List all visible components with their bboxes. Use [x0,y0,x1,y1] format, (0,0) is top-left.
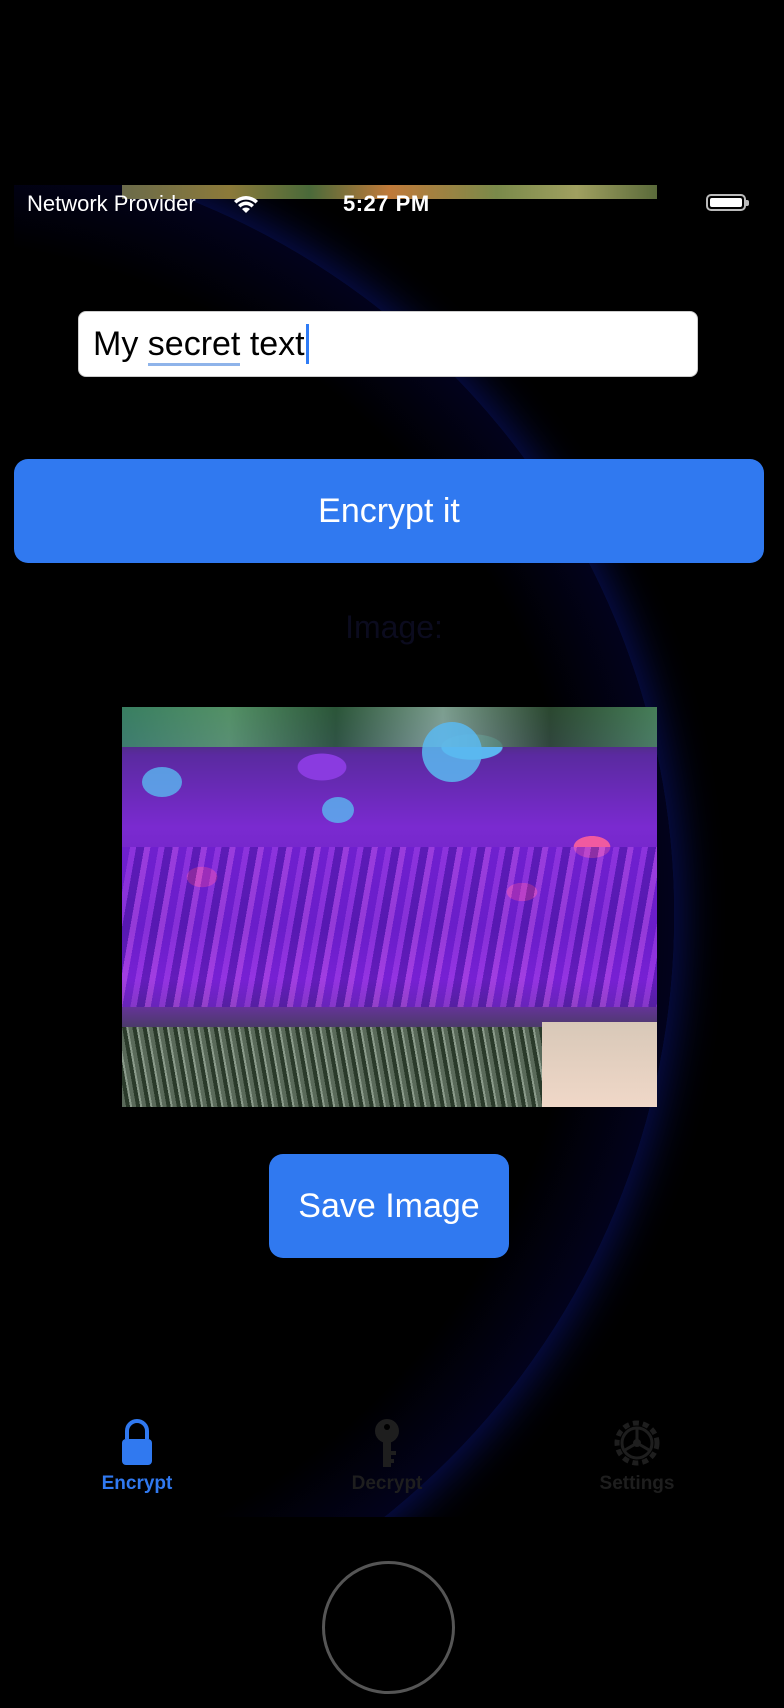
tab-decrypt[interactable]: Decrypt [287,1417,487,1517]
text-word-3: text [240,325,305,363]
device-frame: Network Provider 5:27 PM My secret text … [0,0,784,1708]
text-caret [305,324,309,364]
text-word-2: secret [147,325,241,366]
status-bar: Network Provider 5:27 PM [14,185,764,225]
carrier-label: Network Provider [27,191,196,216]
wifi-icon [234,196,258,213]
encrypt-button[interactable]: Encrypt it [14,459,764,563]
photo-wood [542,1022,657,1107]
image-label: Image: [345,609,443,645]
encrypted-image-preview [122,707,657,1107]
photo-flowers [122,847,657,1007]
photo-blue-flower [142,767,182,797]
home-button[interactable] [322,1561,455,1694]
key-icon [375,1419,399,1467]
save-image-button[interactable]: Save Image [269,1154,509,1258]
tab-settings[interactable]: Settings [537,1417,737,1517]
tab-encrypt[interactable]: Encrypt [37,1417,237,1517]
photo-blue-flower [322,797,354,823]
battery-icon [706,194,749,211]
lock-icon [122,1419,152,1465]
tab-settings-label: Settings [599,1473,675,1494]
app-screen: Network Provider 5:27 PM My secret text … [14,185,764,1517]
tab-encrypt-label: Encrypt [101,1473,173,1494]
clock: 5:27 PM [343,191,430,216]
text-word-1: My [93,325,148,363]
photo-blue-flower [422,722,482,782]
tab-decrypt-label: Decrypt [351,1473,423,1494]
secret-text-input[interactable]: My secret text [78,311,698,377]
gear-icon [614,1420,660,1466]
tab-bar: Encrypt Decrypt Settings [14,1417,764,1517]
photo-leaves [122,707,657,747]
